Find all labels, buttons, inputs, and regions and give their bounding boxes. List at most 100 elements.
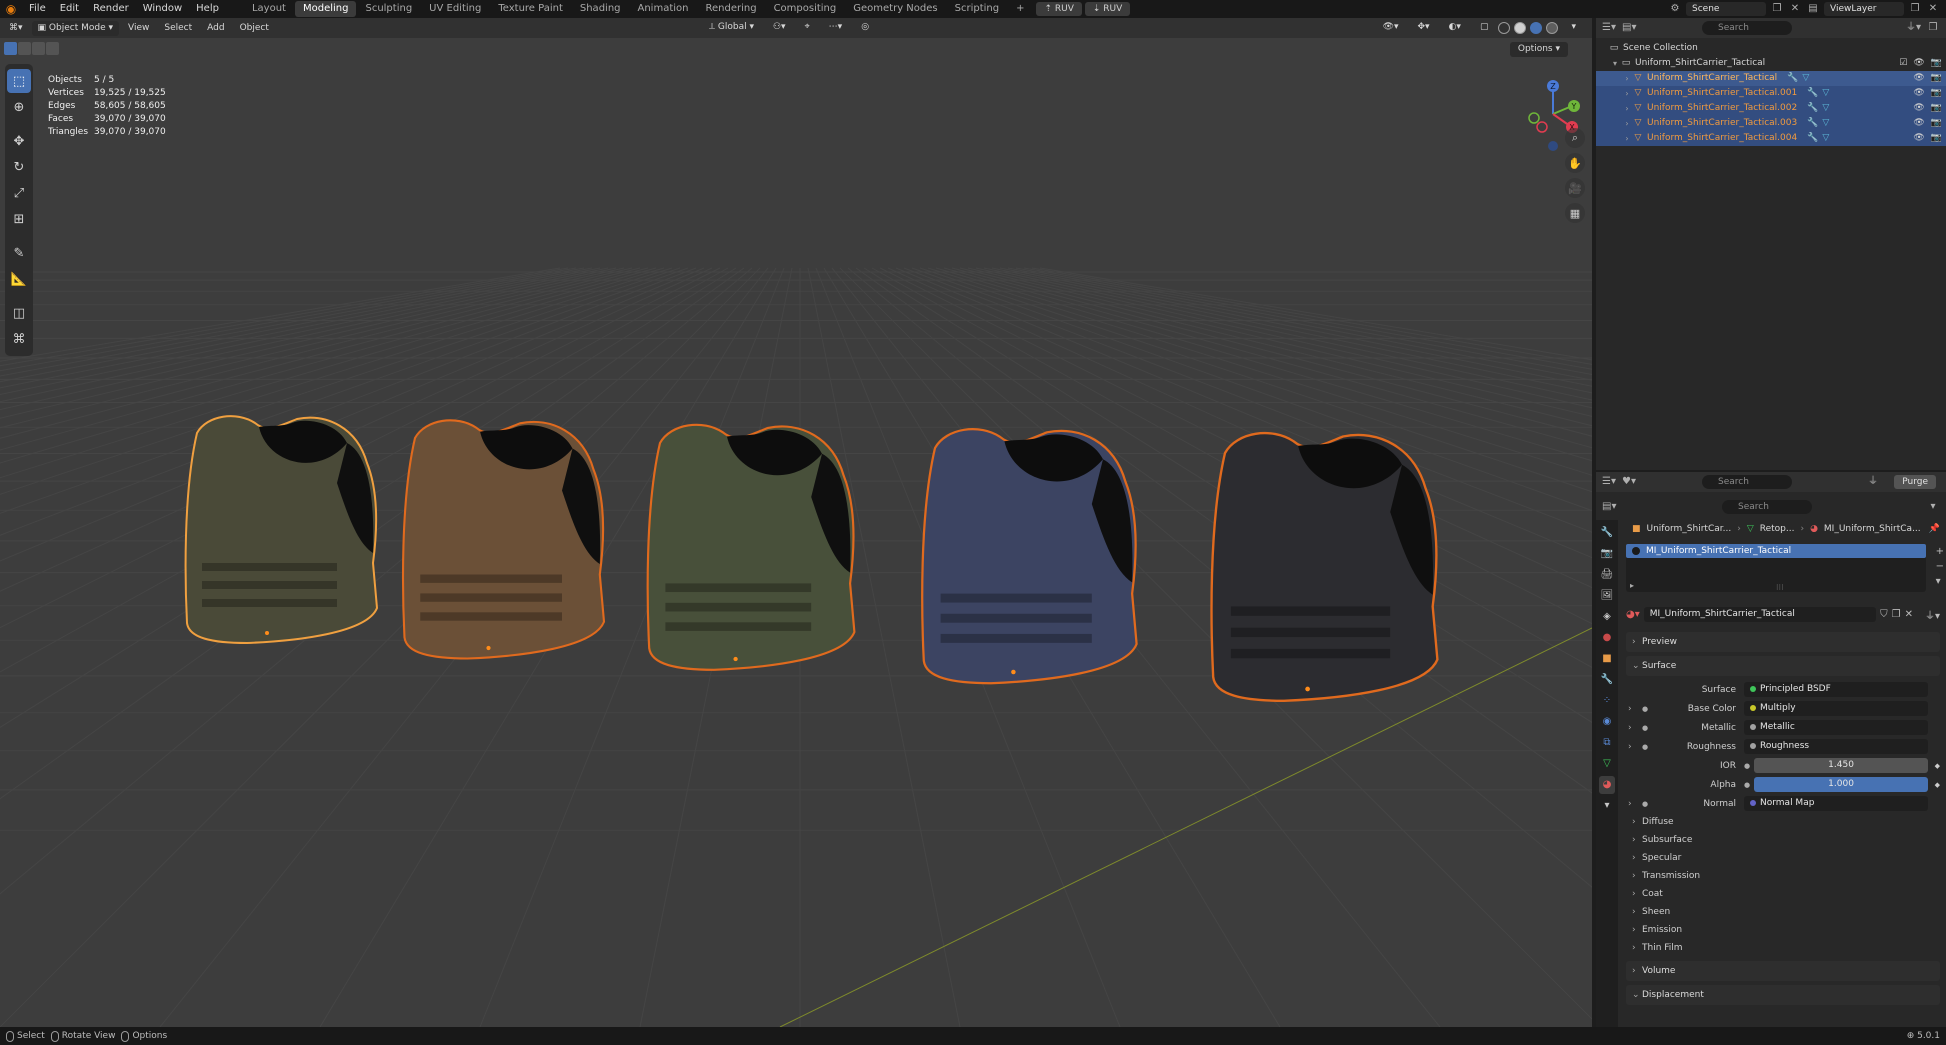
custom-tool-icon[interactable]: ⌘ [7,327,31,351]
filter-icon[interactable]: ⏚▾ [1906,21,1921,35]
vest-model[interactable] [921,428,1138,685]
pivot-icon[interactable]: ⚇▾ [767,20,792,35]
base-color-field[interactable]: Multiply [1744,701,1928,716]
camera-view-icon[interactable]: 🎥 [1565,178,1585,198]
vest-model[interactable] [401,419,606,660]
material-tab-icon[interactable]: ◕ [1599,776,1615,794]
texture-tab-icon[interactable]: ▾ [1599,797,1615,815]
tab-texture-paint[interactable]: Texture Paint [490,1,571,17]
expand-chevron-icon[interactable]: › [1622,86,1632,101]
view-layer-field[interactable]: ViewLayer [1824,2,1904,16]
fake-user-icon[interactable]: ⛉ [1880,609,1888,620]
vest-model[interactable] [1210,431,1439,702]
subpanel-specular[interactable]: › Specular [1620,849,1946,867]
visibility-icon[interactable]: 👁▾ [1377,20,1405,35]
overlay-toggle-icon[interactable]: ◐▾ [1443,20,1467,35]
blender-logo-icon[interactable]: ◉ [0,0,22,18]
display-mode-icon[interactable]: ▤▾ [1622,21,1636,35]
material-slot-item[interactable]: MI_Uniform_ShirtCarrier_Tactical [1626,544,1926,558]
delete-view-layer-icon[interactable]: ✕ [1926,2,1940,16]
orientation-dropdown[interactable]: ⟂ Global ▾ [703,20,760,35]
tab-scripting[interactable]: Scripting [947,1,1007,17]
expand-chevron-icon[interactable]: › [1622,71,1632,86]
object-name[interactable]: Uniform_ShirtCarrier_Tactical.002 [1647,101,1797,116]
surface-panel-header[interactable]: ⌄ Surface [1626,656,1940,676]
scene-icon[interactable]: ⚙ [1668,2,1682,16]
scale-tool-icon[interactable]: ⤢ [7,181,31,205]
volume-panel-header[interactable]: › Volume [1626,961,1940,981]
rendered-shading-icon[interactable] [1546,21,1559,34]
material-slot-list[interactable]: MI_Uniform_ShirtCarrier_Tactical ▸ ⁝⁝⁝ +… [1626,544,1944,592]
rotate-tool-icon[interactable]: ↻ [7,155,31,179]
pan-hand-icon[interactable]: ✋ [1565,153,1585,173]
tab-layout[interactable]: Layout [244,1,294,17]
constraints-tab-icon[interactable]: ⧉ [1599,734,1615,752]
subpanel-thin-film[interactable]: › Thin Film [1620,939,1946,957]
ruv-button-2[interactable]: ⇣ RUV [1084,2,1131,16]
select-subtract-icon[interactable] [32,42,45,55]
menu-window[interactable]: Window [136,0,189,18]
3d-viewport[interactable]: ⌘▾ ▣ Object Mode ▾ View Select Add Objec… [0,18,1592,1027]
remove-slot-icon[interactable]: − [1936,561,1944,572]
subpanel-emission[interactable]: › Emission [1620,921,1946,939]
camera-icon[interactable]: 📷 [1931,71,1942,86]
eye-icon[interactable]: 👁 [1913,71,1924,86]
tab-modeling[interactable]: Modeling [294,1,357,17]
tab-sculpting[interactable]: Sculpting [357,1,420,17]
menu-render[interactable]: Render [86,0,136,18]
shading-options-icon[interactable]: ▾ [1565,20,1582,35]
props-search-input-2[interactable]: Search [1722,500,1812,514]
zoom-icon[interactable]: ⌕ [1565,128,1585,148]
outliner-object-row[interactable]: › ▽ Uniform_ShirtCarrier_Tactical.003 🔧▽ 👁 📷 [1596,116,1946,131]
tab-geometry-nodes[interactable]: Geometry Nodes [845,1,945,17]
subpanel-transmission[interactable]: › Transmission [1620,867,1946,885]
camera-icon[interactable]: 📷 [1931,101,1942,116]
particles-tab-icon[interactable]: ⁘ [1599,692,1615,710]
outliner-editor-type-icon[interactable]: ☰▾ [1602,21,1616,35]
object-name[interactable]: Uniform_ShirtCarrier_Tactical.004 [1647,131,1797,146]
solid-shading-icon[interactable] [1514,21,1527,34]
ruv-button-1[interactable]: ⇡ RUV [1036,2,1082,16]
outliner-search-input[interactable]: Search [1702,21,1792,35]
move-tool-icon[interactable]: ✥ [7,129,31,153]
tool-tab-icon[interactable]: 🔧 [1599,524,1615,542]
scene-field[interactable]: Scene [1686,2,1766,16]
render-tab-icon[interactable]: 📷 [1599,545,1615,563]
slot-expand-icon[interactable]: ▸ [1630,581,1634,590]
outliner-object-row[interactable]: › ▽ Uniform_ShirtCarrier_Tactical 🔧▽ 👁 📷 [1596,71,1946,86]
proportional-edit-icon[interactable]: ◎ [855,20,875,35]
annotate-tool-icon[interactable]: ✎ [7,241,31,265]
new-scene-icon[interactable]: ❐ [1770,2,1784,16]
roughness-expand-icon[interactable]: › [1628,742,1632,752]
select-extend-icon[interactable] [18,42,31,55]
material-name-field[interactable]: MI_Uniform_ShirtCarrier_Tactical [1643,606,1877,622]
delete-scene-icon[interactable]: ✕ [1788,2,1802,16]
modifier-icons[interactable]: 🔧▽ [1787,71,1813,86]
props-editor-type-icon[interactable]: ☰▾ [1602,475,1616,489]
unlink-material-icon[interactable]: ✕ [1905,609,1913,620]
props-filter-icon[interactable]: ⏚ [1866,475,1880,489]
transform-tool-icon[interactable]: ⊞ [7,207,31,231]
eye-icon[interactable]: 👁 [1913,116,1924,131]
outliner-object-row[interactable]: › ▽ Uniform_ShirtCarrier_Tactical.004 🔧▽ 👁 📷 [1596,131,1946,146]
scene-collection-row[interactable]: ▭ Scene Collection [1596,41,1946,56]
eye-icon[interactable]: 👁 [1913,86,1924,101]
eye-icon[interactable]: 👁 [1913,101,1924,116]
editor-type-icon[interactable]: ⌘▾ [3,21,29,36]
select-new-icon[interactable] [4,42,17,55]
modifier-icons[interactable]: 🔧▽ [1807,101,1833,116]
snap-target-icon[interactable]: ⋯▾ [823,20,849,35]
select-intersect-icon[interactable] [46,42,59,55]
base-color-expand-icon[interactable]: › [1628,704,1632,714]
modifier-tab-icon[interactable]: 🔧 [1599,671,1615,689]
camera-icon[interactable]: 📷 [1931,86,1942,101]
output-tab-icon[interactable]: 🖨 [1599,566,1615,584]
menu-help[interactable]: Help [189,0,226,18]
eye-icon[interactable]: 👁 [1913,131,1924,146]
material-filter-icon[interactable]: ⏚▾ [1925,607,1940,622]
scene-tab-icon[interactable]: ◈ [1599,608,1615,626]
vest-model[interactable] [646,423,856,671]
snap-icon[interactable]: ⌖ [799,20,816,35]
gizmo-toggle-icon[interactable]: ✥▾ [1412,20,1436,35]
alpha-value-field[interactable]: 1.000 [1754,777,1928,792]
